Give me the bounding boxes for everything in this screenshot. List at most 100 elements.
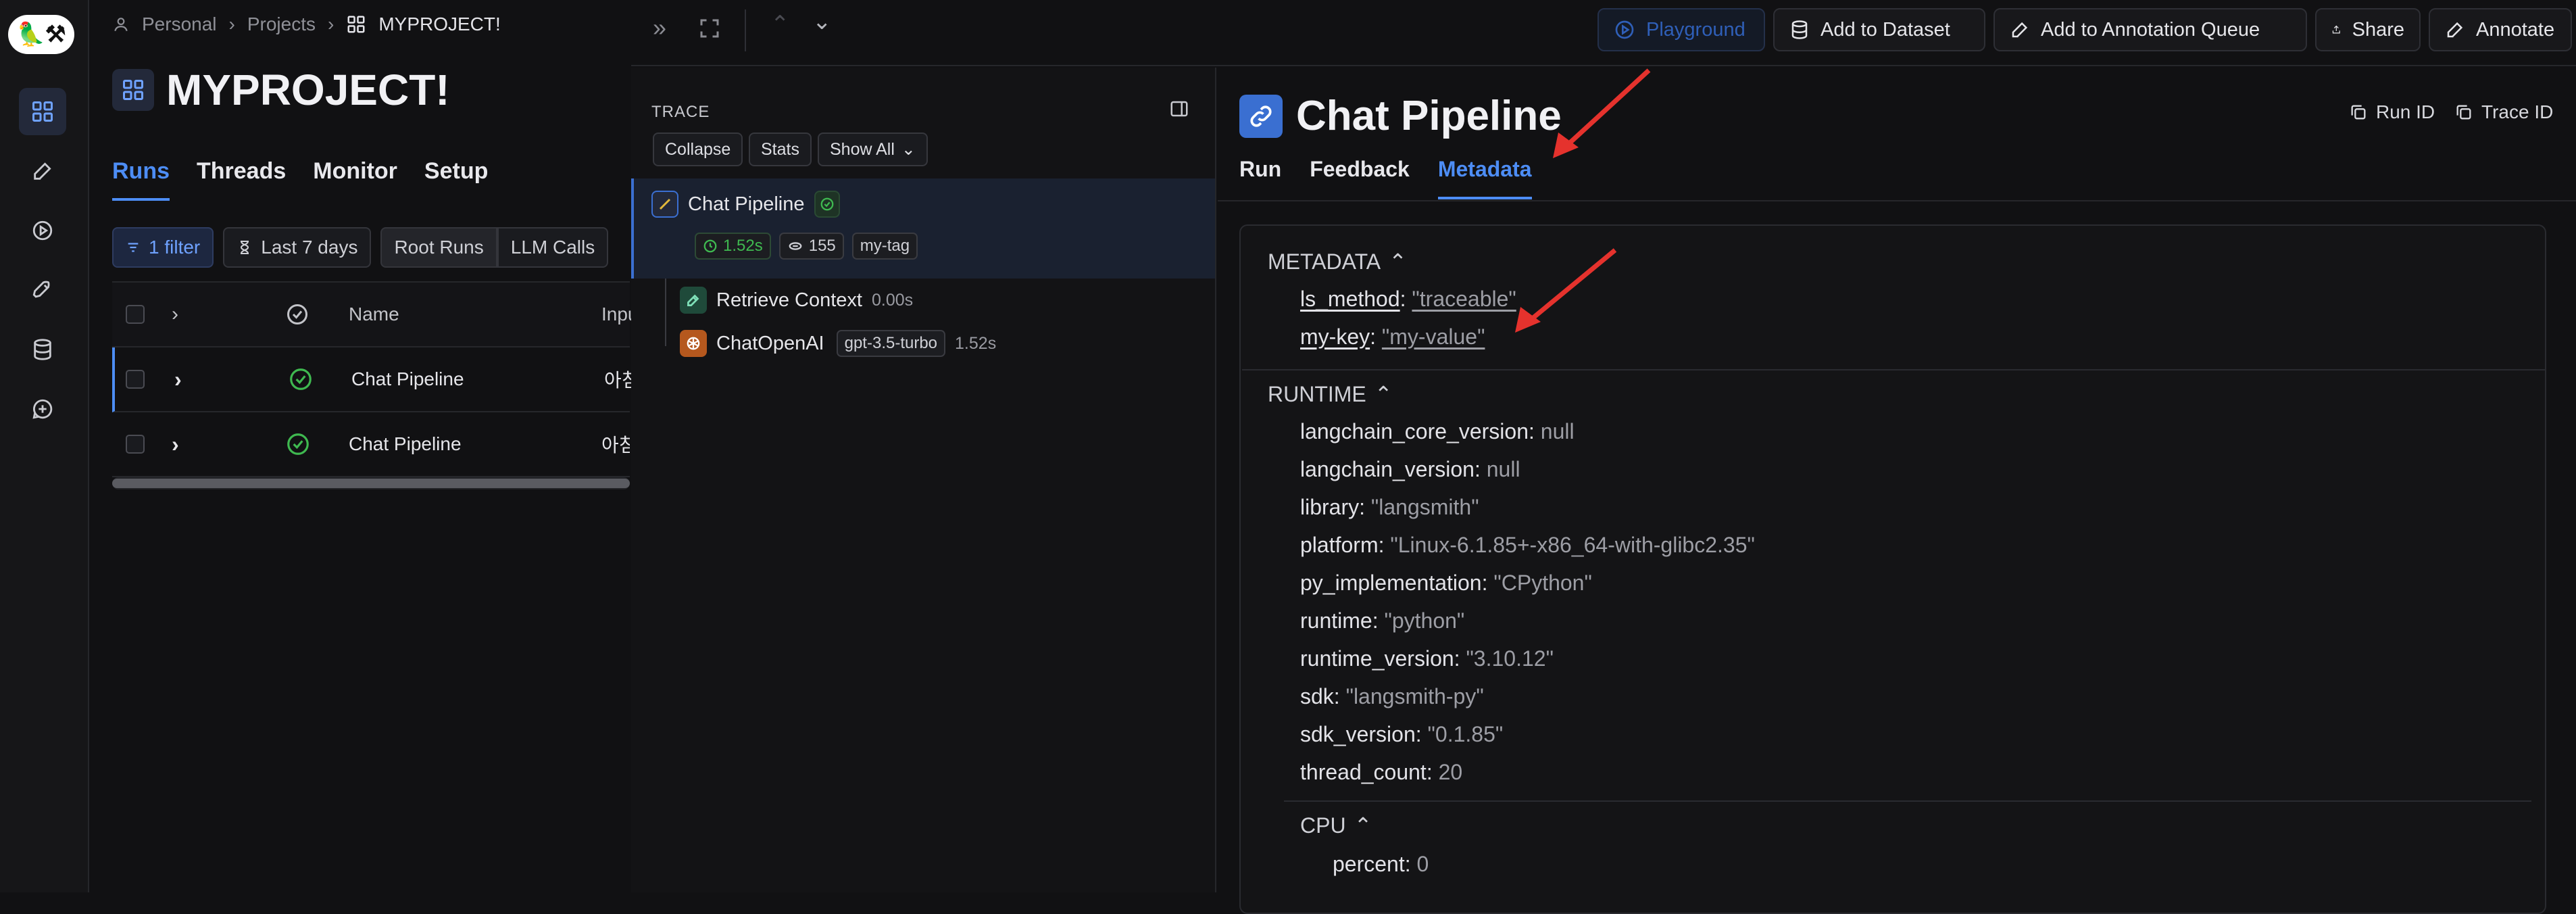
runtime-key: thread_count bbox=[1300, 760, 1427, 784]
add-to-dataset-label: Add to Dataset bbox=[1820, 18, 1950, 41]
playground-nav-icon[interactable] bbox=[19, 207, 66, 254]
add-to-annotation-queue-button[interactable]: Add to Annotation Queue bbox=[1993, 8, 2307, 51]
breadcrumb-projects[interactable]: Projects bbox=[247, 14, 316, 35]
root-runs-toggle[interactable]: Root Runs bbox=[380, 227, 497, 268]
trace-child-node[interactable]: ChatOpenAI gpt-3.5-turbo 1.52s bbox=[680, 330, 996, 357]
project-title: MYPROJECT! bbox=[166, 66, 450, 114]
deployments-nav-icon[interactable] bbox=[19, 266, 66, 314]
detail-title: Chat Pipeline bbox=[1239, 92, 1562, 140]
expand-row-chevron-icon[interactable]: › bbox=[174, 367, 182, 392]
success-badge bbox=[814, 191, 840, 218]
section-divider bbox=[1242, 369, 2546, 370]
select-all-checkbox[interactable] bbox=[126, 305, 145, 324]
scrollbar-thumb[interactable] bbox=[112, 479, 630, 488]
trace-label: TRACE bbox=[651, 103, 710, 121]
table-row[interactable]: › Chat Pipeline 아침에 bbox=[112, 412, 630, 477]
datasets-nav-icon[interactable] bbox=[19, 326, 66, 373]
expand-icon[interactable] bbox=[697, 16, 722, 41]
share-button[interactable]: Share bbox=[2315, 8, 2421, 51]
metadata-entry: ls_method: "traceable" bbox=[1300, 287, 1516, 311]
annotate-nav-icon[interactable] bbox=[19, 147, 66, 195]
toolbar-divider bbox=[745, 9, 746, 51]
table-row[interactable]: › Chat Pipeline 아침에 bbox=[112, 347, 633, 412]
metadata-value: "my-value" bbox=[1381, 324, 1485, 349]
runtime-header: RUNTIME bbox=[1268, 381, 1366, 406]
copy-icon bbox=[2456, 105, 2471, 120]
prompts-nav-icon[interactable] bbox=[19, 385, 66, 433]
row-checkbox[interactable] bbox=[126, 435, 145, 454]
collapse-panel-icon[interactable]: » bbox=[653, 14, 666, 42]
annotate-button[interactable]: Annotate bbox=[2429, 8, 2572, 51]
runtime-section-toggle[interactable]: RUNTIME ⌃ bbox=[1268, 381, 1393, 407]
row-name: Chat Pipeline bbox=[349, 433, 462, 454]
link-icon bbox=[1239, 94, 1283, 138]
collapse-button[interactable]: Collapse bbox=[653, 133, 743, 166]
filter-button[interactable]: 1 filter bbox=[112, 227, 214, 268]
chevron-up-icon: ⌃ bbox=[1374, 382, 1393, 406]
metadata-section-toggle[interactable]: METADATA ⌃ bbox=[1268, 249, 1407, 274]
tab-run[interactable]: Run bbox=[1239, 157, 1281, 199]
runtime-value: "0.1.85" bbox=[1427, 722, 1504, 746]
chevron-down-icon[interactable]: ⌄ bbox=[812, 8, 832, 35]
detail-tabs: Run Feedback Metadata bbox=[1239, 157, 1532, 199]
check-circle-icon bbox=[820, 197, 833, 211]
cpu-header: CPU bbox=[1300, 813, 1346, 838]
tab-monitor[interactable]: Monitor bbox=[313, 158, 397, 201]
table-header: › Name Input bbox=[112, 283, 643, 347]
chevron-up-icon: ⌃ bbox=[1389, 249, 1407, 274]
horizontal-scrollbar[interactable] bbox=[112, 477, 630, 489]
column-name[interactable]: Name bbox=[349, 304, 399, 325]
breadcrumb-current: MYPROJECT! bbox=[378, 14, 501, 34]
stats-button[interactable]: Stats bbox=[749, 133, 812, 166]
tabs-divider bbox=[1218, 200, 2576, 201]
annotate-label: Annotate bbox=[2476, 18, 2555, 41]
date-range-button[interactable]: Last 7 days bbox=[223, 227, 372, 268]
metadata-card: METADATA ⌃ ls_method: "traceable" my-key… bbox=[1239, 224, 2546, 914]
playground-label: Playground bbox=[1646, 18, 1745, 41]
tab-metadata[interactable]: Metadata bbox=[1437, 157, 1532, 199]
trace-root-node[interactable]: Chat Pipeline bbox=[651, 191, 840, 218]
chevron-right-icon: › bbox=[228, 14, 235, 34]
tab-threads[interactable]: Threads bbox=[197, 158, 286, 201]
breadcrumb-personal[interactable]: Personal bbox=[142, 14, 217, 35]
runtime-value: "3.10.12" bbox=[1466, 646, 1554, 671]
cpu-section-toggle[interactable]: CPU ⌃ bbox=[1300, 813, 1372, 838]
langsmith-logo[interactable]: 🦜⚒ bbox=[8, 15, 74, 54]
tab-setup[interactable]: Setup bbox=[424, 158, 488, 201]
runtime-value: null bbox=[1540, 419, 1575, 443]
clock-icon bbox=[703, 239, 717, 253]
projects-nav-icon[interactable] bbox=[19, 88, 66, 135]
llm-calls-toggle[interactable]: LLM Calls bbox=[497, 227, 609, 268]
playground-button[interactable]: Playground bbox=[1597, 8, 1765, 51]
runtime-value: "Linux-6.1.85+-x86_64-with-glibc2.35" bbox=[1390, 533, 1755, 557]
sidebar-toggle-icon[interactable] bbox=[1169, 99, 1189, 119]
run-id-button[interactable]: Run ID bbox=[2349, 101, 2435, 123]
runtime-entry: runtime: "python" bbox=[1300, 608, 1465, 633]
expand-all-chevron-icon[interactable]: › bbox=[172, 303, 178, 326]
tag-badge[interactable]: my-tag bbox=[851, 233, 918, 260]
trace-id-button[interactable]: Trace ID bbox=[2454, 101, 2553, 123]
tab-runs[interactable]: Runs bbox=[112, 158, 170, 201]
run-id-label: Run ID bbox=[2376, 101, 2435, 122]
show-all-dropdown[interactable]: Show All ⌄ bbox=[818, 133, 928, 166]
row-checkbox[interactable] bbox=[126, 370, 145, 389]
trace-node-selected[interactable]: Chat Pipeline 1.52s 155 my-tag bbox=[631, 178, 1215, 279]
trace-child-latency: 1.52s bbox=[955, 333, 997, 353]
add-to-dataset-button[interactable]: Add to Dataset bbox=[1773, 8, 1985, 51]
model-badge: gpt-3.5-turbo bbox=[836, 330, 946, 357]
project-grid-icon bbox=[347, 16, 365, 33]
trace-root-badges: 1.52s 155 my-tag bbox=[695, 233, 918, 260]
trace-child-node[interactable]: Retrieve Context 0.00s bbox=[680, 287, 913, 314]
database-icon bbox=[1791, 20, 1808, 39]
expand-row-chevron-icon[interactable]: › bbox=[172, 432, 179, 457]
show-all-label: Show All bbox=[830, 139, 895, 159]
runtime-value: "langsmith-py" bbox=[1345, 684, 1484, 708]
runtime-key: sdk bbox=[1300, 684, 1334, 708]
chevron-up-icon[interactable]: ⌃ bbox=[770, 11, 790, 38]
row-name: Chat Pipeline bbox=[351, 368, 464, 389]
runtime-entry: langchain_core_version: null bbox=[1300, 419, 1575, 443]
runtime-entry: langchain_version: null bbox=[1300, 457, 1520, 481]
pencil-icon bbox=[2012, 22, 2028, 38]
tab-feedback[interactable]: Feedback bbox=[1310, 157, 1410, 199]
retriever-icon bbox=[680, 287, 707, 314]
